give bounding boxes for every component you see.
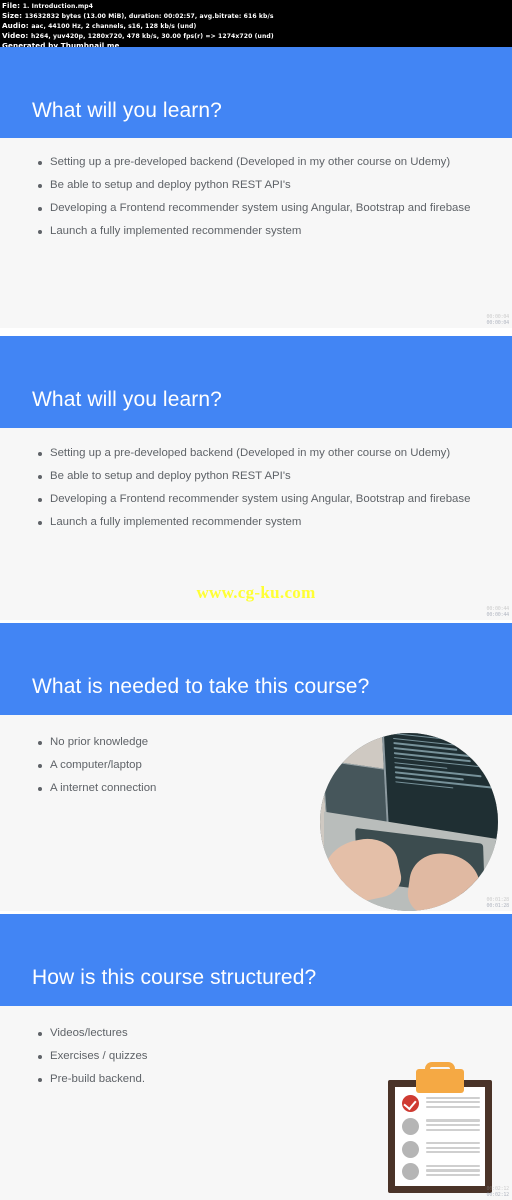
metadata-size-line: Size: 13632832 bytes (13.00 MiB), durati… bbox=[2, 11, 510, 21]
slide-3-bullet-2: A internet connection bbox=[50, 782, 157, 794]
slide-2-bullet-3: Launch a fully implemented recommender s… bbox=[50, 516, 302, 528]
slide-4-title-band bbox=[0, 914, 512, 1006]
slide-1-bullet-0: Setting up a pre-developed backend (Deve… bbox=[50, 156, 451, 168]
frame-2-timestamp: 00:00:44 00:00:44 bbox=[486, 606, 510, 618]
slide-2-bullet-1: Be able to setup and deploy python REST … bbox=[50, 470, 291, 482]
list-item: Launch a fully implemented recommender s… bbox=[38, 511, 488, 534]
clipboard-row-1 bbox=[402, 1095, 480, 1113]
list-item: Setting up a pre-developed backend (Deve… bbox=[38, 151, 488, 174]
clipboard-lines bbox=[426, 1119, 480, 1133]
video-thumbnail-contact-sheet: File: 1. Introduction.mp4 Size: 13632832… bbox=[0, 0, 512, 1200]
list-item: Launch a fully implemented recommender s… bbox=[38, 220, 488, 243]
list-item: Videos/lectures bbox=[38, 1022, 302, 1045]
check-circle-icon bbox=[402, 1095, 420, 1113]
frame-4-timestamp-bottom: 00:02:12 bbox=[486, 1192, 510, 1198]
clipboard-handle bbox=[425, 1061, 455, 1081]
list-item: Be able to setup and deploy python REST … bbox=[38, 465, 488, 488]
slide-4-title: How is this course structured? bbox=[32, 966, 317, 989]
frame-1-timestamp-bottom: 00:00:04 bbox=[486, 320, 510, 326]
bullet-circle-icon bbox=[402, 1163, 420, 1181]
clipboard-board bbox=[388, 1080, 492, 1193]
metadata-file-value: 1. Introduction.mp4 bbox=[22, 3, 94, 10]
slide-3-bullet-list: No prior knowledge A computer/laptop A i… bbox=[38, 731, 302, 800]
clipboard-row-4 bbox=[402, 1163, 480, 1181]
slide-3: What is needed to take this course? No p… bbox=[0, 623, 512, 911]
slide-2-bullet-0: Setting up a pre-developed backend (Deve… bbox=[50, 447, 451, 459]
thumbnail-frame-3[interactable]: What is needed to take this course? No p… bbox=[0, 623, 512, 911]
photo-code-lines bbox=[392, 733, 498, 800]
slide-4-bullet-2: Pre-build backend. bbox=[50, 1073, 145, 1085]
slide-4-bullet-list: Videos/lectures Exercises / quizzes Pre-… bbox=[38, 1022, 302, 1091]
slide-4-bullet-1: Exercises / quizzes bbox=[50, 1050, 148, 1062]
metadata-video-label: Video: bbox=[2, 31, 29, 40]
clipboard-lines bbox=[426, 1096, 480, 1111]
list-item: Developing a Frontend recommender system… bbox=[38, 197, 488, 220]
metadata-audio-line: Audio: aac, 44100 Hz, 2 channels, s16, 1… bbox=[2, 21, 510, 31]
list-item: Pre-build backend. bbox=[38, 1068, 302, 1091]
slide-1-bullet-2: Developing a Frontend recommender system… bbox=[50, 202, 471, 214]
metadata-size-label: Size: bbox=[2, 11, 23, 20]
slide-3-bullet-0: No prior knowledge bbox=[50, 736, 149, 748]
slide-1-bullet-1: Be able to setup and deploy python REST … bbox=[50, 179, 291, 191]
list-item: A internet connection bbox=[38, 777, 302, 800]
metadata-file-line: File: 1. Introduction.mp4 bbox=[2, 1, 510, 11]
list-item: Exercises / quizzes bbox=[38, 1045, 302, 1068]
site-watermark: www.cg-ku.com bbox=[196, 583, 316, 602]
slide-3-title-band bbox=[0, 623, 512, 715]
clipboard-row-3 bbox=[402, 1140, 480, 1158]
bullet-circle-icon bbox=[402, 1140, 420, 1158]
metadata-video-value: h264, yuv420p, 1280x720, 478 kb/s, 30.00… bbox=[30, 33, 274, 40]
thumbnail-frame-4[interactable]: How is this course structured? Videos/le… bbox=[0, 914, 512, 1200]
slide-3-title: What is needed to take this course? bbox=[32, 675, 370, 698]
slide-4-bullet-0: Videos/lectures bbox=[50, 1027, 128, 1039]
slide-2-title: What will you learn? bbox=[32, 388, 222, 411]
video-metadata-header: File: 1. Introduction.mp4 Size: 13632832… bbox=[0, 0, 512, 47]
clipboard-lines bbox=[426, 1142, 480, 1156]
slide-1-bullet-3: Launch a fully implemented recommender s… bbox=[50, 225, 302, 237]
metadata-file-label: File: bbox=[2, 1, 21, 10]
slide-1-bullet-list: Setting up a pre-developed backend (Deve… bbox=[38, 151, 488, 243]
metadata-audio-value: aac, 44100 Hz, 2 channels, s16, 128 kb/s… bbox=[31, 23, 197, 30]
slide-2: What will you learn? Setting up a pre-de… bbox=[0, 336, 512, 620]
frame-gap-1 bbox=[0, 328, 512, 336]
laptop-typing-photo bbox=[320, 733, 498, 911]
thumbnail-frame-2[interactable]: What will you learn? Setting up a pre-de… bbox=[0, 336, 512, 620]
list-item: Setting up a pre-developed backend (Deve… bbox=[38, 442, 488, 465]
list-item: No prior knowledge bbox=[38, 731, 302, 754]
frame-3-timestamp-bottom: 00:01:28 bbox=[486, 903, 510, 909]
metadata-audio-label: Audio: bbox=[2, 21, 29, 30]
metadata-video-line: Video: h264, yuv420p, 1280x720, 478 kb/s… bbox=[2, 31, 510, 41]
slide-2-bullet-list: Setting up a pre-developed backend (Deve… bbox=[38, 442, 488, 534]
frame-3-timestamp: 00:01:28 00:01:28 bbox=[486, 897, 510, 909]
clipboard-lines bbox=[426, 1164, 480, 1179]
slide-4: How is this course structured? Videos/le… bbox=[0, 914, 512, 1200]
slide-1-title: What will you learn? bbox=[32, 99, 222, 122]
slide-1-title-band bbox=[0, 47, 512, 138]
bullet-circle-icon bbox=[402, 1117, 420, 1135]
thumbnail-frame-1[interactable]: What will you learn? Setting up a pre-de… bbox=[0, 47, 512, 328]
slide-2-bullet-2: Developing a Frontend recommender system… bbox=[50, 493, 471, 505]
metadata-size-value: 13632832 bytes (13.00 MiB), duration: 00… bbox=[24, 13, 274, 20]
slide-1: What will you learn? Setting up a pre-de… bbox=[0, 47, 512, 328]
frame-4-timestamp: 00:02:12 00:02:12 bbox=[486, 1186, 510, 1198]
clipboard-checklist-icon bbox=[388, 1061, 492, 1193]
frame-1-timestamp: 00:00:04 00:00:04 bbox=[486, 314, 510, 326]
slide-2-title-band bbox=[0, 336, 512, 428]
list-item: A computer/laptop bbox=[38, 754, 302, 777]
list-item: Be able to setup and deploy python REST … bbox=[38, 174, 488, 197]
list-item: Developing a Frontend recommender system… bbox=[38, 488, 488, 511]
clipboard-row-2 bbox=[402, 1117, 480, 1135]
frame-2-timestamp-bottom: 00:00:44 bbox=[486, 612, 510, 618]
slide-3-bullet-1: A computer/laptop bbox=[50, 759, 142, 771]
